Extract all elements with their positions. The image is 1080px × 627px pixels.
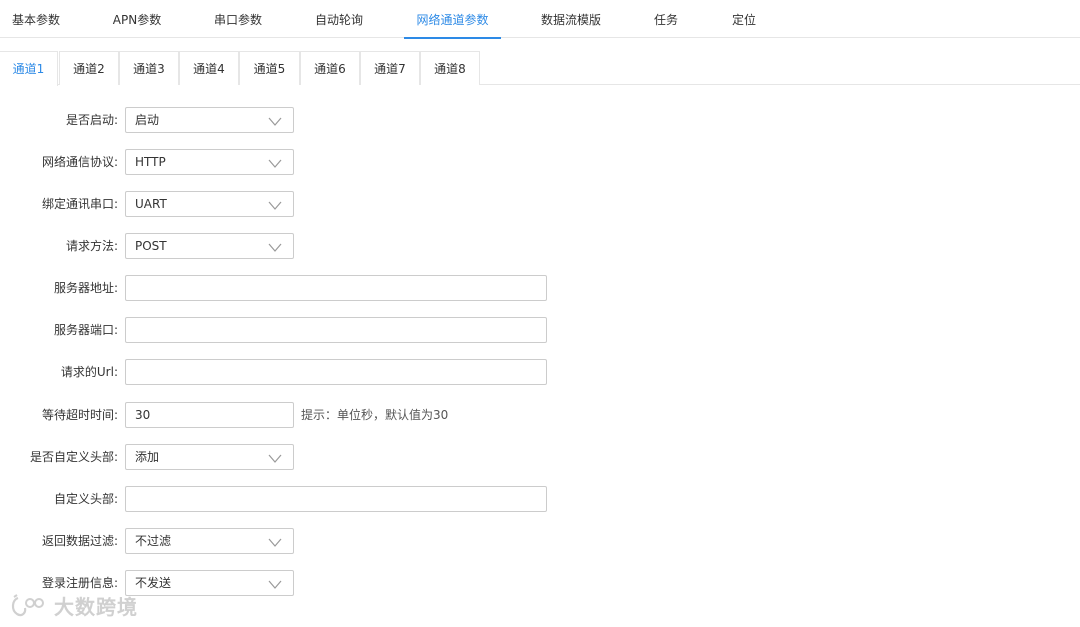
bind-uart-select[interactable]: UART <box>125 191 294 217</box>
chevron-down-icon <box>268 201 282 210</box>
filter-select-value: 不过滤 <box>135 534 172 548</box>
enable-select-value: 启动 <box>135 113 160 127</box>
form-row-filter: 返回数据过滤: 不过滤 <box>0 528 1080 554</box>
chevron-down-icon <box>268 159 282 168</box>
chevron-down-icon <box>268 117 282 126</box>
custom-header-toggle-value: 添加 <box>135 450 160 464</box>
chevron-down-icon <box>268 538 282 547</box>
form-row-timeout: 等待超时时间: 30 提示：单位秒，默认值为30 <box>0 402 1080 428</box>
server-address-input[interactable] <box>125 275 547 301</box>
channel-tab-4[interactable]: 通道4 <box>179 51 239 85</box>
enable-label: 是否启动: <box>65 113 118 127</box>
form-row-protocol: 网络通信协议: HTTP <box>0 149 1080 175</box>
tab-task[interactable]: 任务 <box>640 0 692 38</box>
protocol-select-value: HTTP <box>135 155 166 169</box>
server-port-label: 服务器端口: <box>53 323 118 337</box>
bind-uart-label: 绑定通讯串口: <box>41 197 118 211</box>
form-row-custom-header-toggle: 是否自定义头部: 添加 <box>0 444 1080 470</box>
form-row-server-address: 服务器地址: <box>0 275 1080 301</box>
tab-apn-params[interactable]: APN参数 <box>101 0 173 38</box>
timeout-label: 等待超时时间: <box>41 408 118 422</box>
chevron-down-icon <box>268 454 282 463</box>
custom-header-input[interactable] <box>125 486 547 512</box>
watermark-text: 大数跨境 <box>54 595 138 619</box>
custom-header-label: 自定义头部: <box>53 492 118 506</box>
server-address-label: 服务器地址: <box>53 281 118 295</box>
tab-data-stream-template[interactable]: 数据流模版 <box>530 0 612 38</box>
custom-header-toggle-select[interactable]: 添加 <box>125 444 294 470</box>
bind-uart-select-value: UART <box>135 197 167 211</box>
register-info-select[interactable]: 不发送 <box>125 570 294 596</box>
timeout-input[interactable]: 30 <box>125 402 294 428</box>
form-row-custom-header: 自定义头部: <box>0 486 1080 512</box>
custom-header-toggle-label: 是否自定义头部: <box>29 450 118 464</box>
form-row-bind-uart: 绑定通讯串口: UART <box>0 191 1080 217</box>
enable-select[interactable]: 启动 <box>125 107 294 133</box>
tab-serial-params[interactable]: 串口参数 <box>202 0 274 38</box>
watermark-logo-icon <box>11 594 44 617</box>
channel-tab-6[interactable]: 通道6 <box>300 51 360 85</box>
chevron-down-icon <box>268 243 282 252</box>
form-row-url: 请求的Url: <box>0 359 1080 385</box>
timeout-value: 30 <box>135 408 151 422</box>
chevron-down-icon <box>268 580 282 589</box>
timeout-hint: 提示：单位秒，默认值为30 <box>301 408 449 422</box>
url-input[interactable] <box>125 359 547 385</box>
filter-label: 返回数据过滤: <box>41 534 118 548</box>
form-row-method: 请求方法: POST <box>0 233 1080 259</box>
protocol-select[interactable]: HTTP <box>125 149 294 175</box>
protocol-label: 网络通信协议: <box>41 155 118 169</box>
top-nav: 基本参数 APN参数 串口参数 自动轮询 网络通道参数 数据流模版 任务 定位 <box>0 0 1080 39</box>
register-info-select-value: 不发送 <box>135 576 172 590</box>
channel-tab-2[interactable]: 通道2 <box>59 51 119 85</box>
tab-location[interactable]: 定位 <box>720 0 768 38</box>
channel-tab-8[interactable]: 通道8 <box>420 51 480 85</box>
method-select-value: POST <box>135 239 167 253</box>
tab-auto-polling[interactable]: 自动轮询 <box>303 0 375 38</box>
form-row-enable: 是否启动: 启动 <box>0 107 1080 133</box>
url-label: 请求的Url: <box>60 365 118 379</box>
filter-select[interactable]: 不过滤 <box>125 528 294 554</box>
tab-network-channel-params[interactable]: 网络通道参数 <box>404 0 501 39</box>
channel-tab-5[interactable]: 通道5 <box>239 51 300 85</box>
method-label: 请求方法: <box>65 239 118 253</box>
channel-tab-3[interactable]: 通道3 <box>119 51 179 85</box>
channel-tab-1[interactable]: 通道1 <box>0 51 58 86</box>
channel-tabs: 通道1 通道2 通道3 通道4 通道5 通道6 通道7 通道8 <box>0 51 1080 86</box>
tab-basic-params[interactable]: 基本参数 <box>0 0 72 38</box>
form-row-register-info: 登录注册信息: 不发送 <box>0 570 1080 596</box>
method-select[interactable]: POST <box>125 233 294 259</box>
form-row-server-port: 服务器端口: <box>0 317 1080 343</box>
server-port-input[interactable] <box>125 317 547 343</box>
channel-tab-7[interactable]: 通道7 <box>360 51 420 85</box>
